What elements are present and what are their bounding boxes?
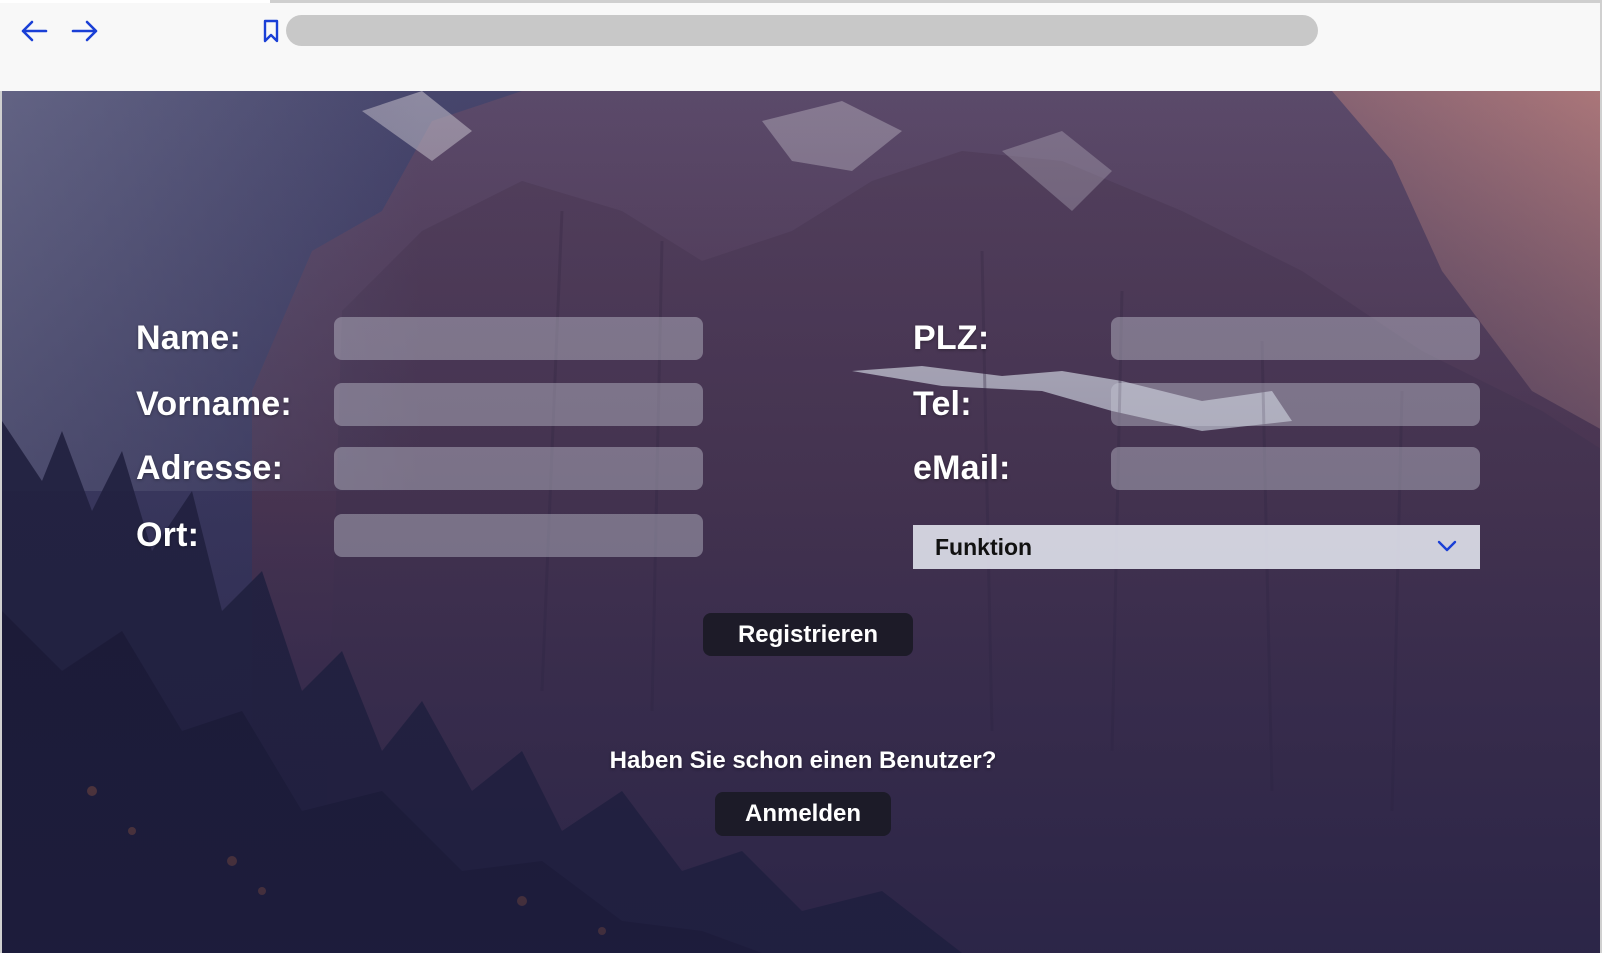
plz-input[interactable] bbox=[1111, 317, 1480, 360]
email-label: eMail: bbox=[913, 449, 1011, 487]
name-input[interactable] bbox=[334, 317, 703, 360]
forward-button[interactable] bbox=[68, 14, 102, 48]
ort-input[interactable] bbox=[334, 514, 703, 557]
existing-user-question: Haben Sie schon einen Benutzer? bbox=[609, 747, 997, 774]
name-label: Name: bbox=[136, 319, 241, 357]
arrow-right-icon bbox=[71, 20, 98, 42]
registration-page: Name: Vorname: Adresse: Ort: PLZ: Tel: e… bbox=[0, 91, 1602, 953]
login-button[interactable]: Anmelden bbox=[715, 792, 891, 836]
bookmark-button[interactable] bbox=[259, 16, 283, 46]
function-select-value: Funktion bbox=[935, 533, 1033, 560]
vorname-input[interactable] bbox=[334, 383, 703, 426]
bookmark-icon bbox=[263, 19, 279, 43]
ort-label: Ort: bbox=[136, 516, 200, 554]
plz-label: PLZ: bbox=[913, 319, 990, 357]
vorname-label: Vorname: bbox=[136, 385, 292, 423]
active-tab-indicator[interactable] bbox=[0, 0, 270, 3]
back-button[interactable] bbox=[17, 14, 51, 48]
chevron-down-icon bbox=[1437, 540, 1457, 552]
browser-toolbar bbox=[0, 0, 1602, 91]
tel-label: Tel: bbox=[913, 385, 972, 423]
email-input[interactable] bbox=[1111, 447, 1480, 490]
adresse-input[interactable] bbox=[334, 447, 703, 490]
address-bar[interactable] bbox=[286, 15, 1318, 46]
arrow-left-icon bbox=[21, 20, 48, 42]
adresse-label: Adresse: bbox=[136, 449, 284, 487]
register-button[interactable]: Registrieren bbox=[703, 613, 913, 656]
tel-input[interactable] bbox=[1111, 383, 1480, 426]
function-select[interactable]: Funktion bbox=[913, 525, 1480, 569]
